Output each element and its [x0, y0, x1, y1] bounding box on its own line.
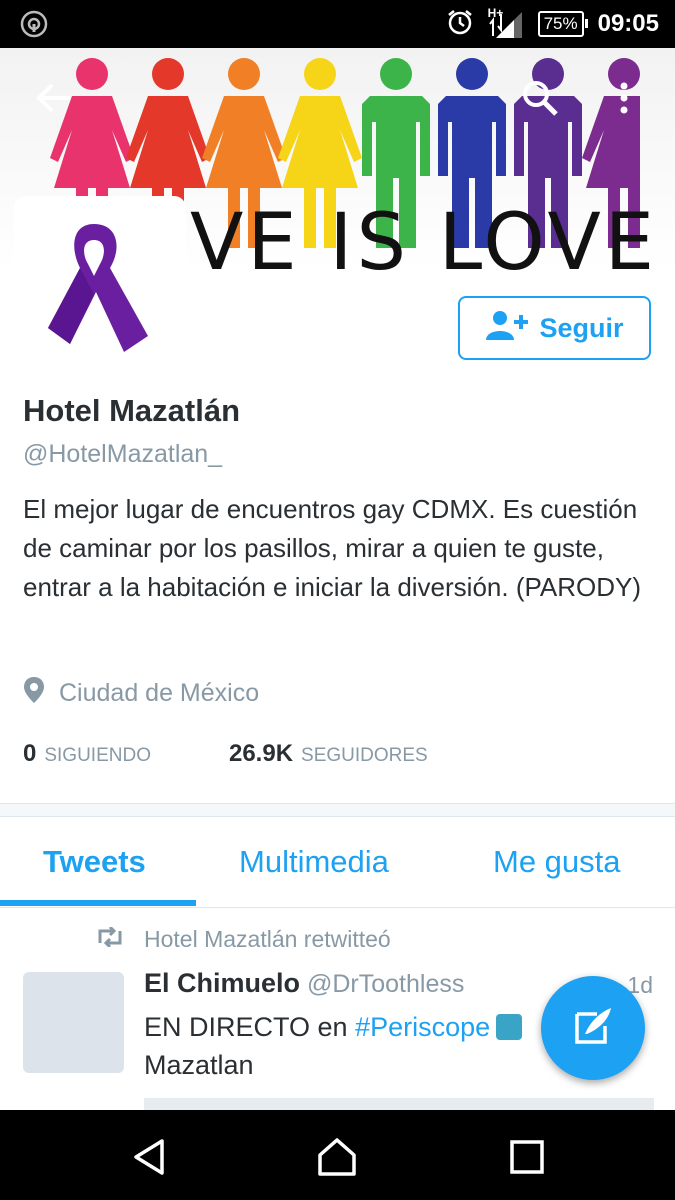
profile-tabs: Tweets Multimedia Me gusta: [0, 818, 675, 908]
back-icon[interactable]: [128, 1135, 172, 1179]
banner-text: VE IS LOVE: [190, 198, 659, 270]
retweet-label: Hotel Mazatlán retwitteó: [144, 926, 391, 952]
location-pin-icon: [23, 676, 45, 711]
avatar[interactable]: [14, 196, 186, 368]
profile-handle: @HotelMazatlan_: [23, 440, 223, 468]
followers-stat[interactable]: 26.9K SEGUIDORES: [229, 740, 428, 768]
purple-ribbon-icon: [48, 224, 148, 352]
profile-name: Hotel Mazatlán: [23, 393, 241, 428]
location-text: Ciudad de México: [59, 679, 260, 707]
tweet-author-avatar[interactable]: [23, 972, 124, 1073]
periscope-icon: [496, 1014, 523, 1040]
followers-count: 26.9K: [228, 740, 294, 767]
following-stat[interactable]: 0 SIGUIENDO: [23, 740, 151, 768]
profile-stats: 0 SIGUIENDO 26.9K SEGUIDORES: [23, 740, 428, 768]
notification-icon: [20, 10, 48, 43]
status-bar: H+ 75% 09:05: [0, 0, 675, 48]
following-count: 0: [23, 740, 37, 767]
signal-icon: H+: [488, 6, 524, 40]
battery-indicator: 75%: [537, 11, 588, 37]
follow-button-label: Seguir: [539, 312, 624, 343]
tweet-hashtag[interactable]: #Periscope: [355, 1012, 490, 1042]
retweet-context: Hotel Mazatlán retwitteó: [96, 925, 391, 953]
tweet-author-name[interactable]: El Chimuelo: [144, 968, 300, 998]
tweet-header: El Chimuelo @DrToothless: [144, 968, 464, 999]
retweet-icon: [96, 925, 124, 953]
overflow-menu-icon[interactable]: [614, 78, 634, 118]
home-icon[interactable]: [315, 1135, 359, 1179]
tweet-author-handle: @DrToothless: [306, 970, 465, 998]
profile-bio: El mejor lugar de encuentros gay CDMX. E…: [23, 494, 642, 602]
active-tab-indicator: [0, 900, 196, 906]
tweet-text-prefix: EN DIRECTO en: [144, 1012, 348, 1042]
search-icon[interactable]: [520, 78, 560, 118]
back-arrow-icon[interactable]: [34, 78, 74, 118]
alarm-icon: [446, 8, 474, 41]
compose-tweet-button[interactable]: [541, 976, 645, 1080]
tweet-media-preview[interactable]: [144, 1098, 654, 1110]
clock: 09:05: [597, 10, 659, 37]
add-user-icon: [485, 309, 529, 348]
section-divider: [0, 803, 675, 817]
recent-apps-icon[interactable]: [505, 1135, 549, 1179]
following-label: SIGUIENDO: [44, 745, 151, 766]
tweet-text-suffix: Mazatlan: [144, 1050, 254, 1080]
tab-likes[interactable]: Me gusta: [493, 844, 621, 880]
compose-icon: [571, 1004, 615, 1053]
tweet-text[interactable]: EN DIRECTO en #Periscope Mazatlan: [144, 1008, 564, 1084]
profile-location: Ciudad de México: [23, 676, 259, 711]
follow-button[interactable]: Seguir: [458, 296, 651, 360]
tab-multimedia[interactable]: Multimedia: [239, 844, 389, 880]
tab-tweets[interactable]: Tweets: [43, 844, 146, 880]
followers-label: SEGUIDORES: [301, 745, 428, 766]
system-navigation-bar: [0, 1110, 675, 1200]
